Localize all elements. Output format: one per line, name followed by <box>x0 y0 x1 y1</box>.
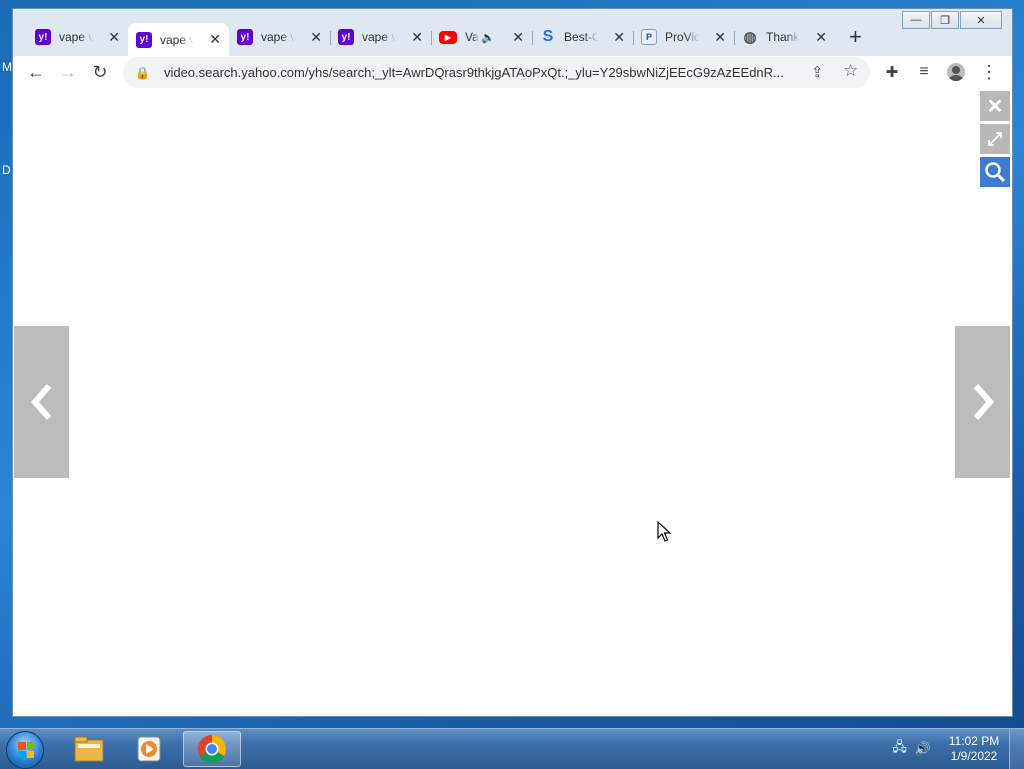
speaker-icon[interactable]: 🔈 <box>481 31 495 44</box>
media-player-icon <box>137 736 161 762</box>
share-icon[interactable]: ⇪ <box>811 63 824 81</box>
tab-4[interactable]: y! vape videos ✕ <box>330 23 431 51</box>
tab-6[interactable]: S Best-C ✕ <box>532 23 633 51</box>
extensions-icon[interactable]: ✚ <box>881 61 903 83</box>
tab-title: ProVid <box>665 30 699 44</box>
tab-title: vape videos <box>261 30 295 44</box>
chevron-right-icon <box>973 384 994 420</box>
tab-3[interactable]: y! vape videos ✕ <box>229 23 330 51</box>
tab-close-icon[interactable]: ✕ <box>310 29 322 46</box>
windows-icon <box>18 742 34 758</box>
avatar <box>947 63 965 81</box>
desktop-icon-label: M <box>2 60 12 74</box>
tab-8[interactable]: ◍ Thank ✕ <box>734 23 835 51</box>
folder-icon <box>74 736 104 762</box>
desktop-icon-label: D <box>2 163 11 177</box>
back-icon[interactable]: ← <box>25 61 47 83</box>
tab-title: vape videos <box>362 30 396 44</box>
yahoo-icon: y! <box>35 29 51 45</box>
start-button[interactable] <box>6 731 44 769</box>
chrome-icon <box>198 735 226 763</box>
browser-window: — ❐ ✕ y! vape videos ✕ y! vape videos ✕ … <box>12 8 1013 717</box>
browser-toolbar: ← → ↻ 🔒 video.search.yahoo.com/yhs/searc… <box>13 56 1012 89</box>
media-player-button[interactable] <box>120 731 178 767</box>
star-icon[interactable]: ☆ <box>843 61 858 81</box>
clock-date: 1/9/2022 <box>950 749 998 763</box>
tab-close-icon[interactable]: ✕ <box>613 29 625 46</box>
tab-title: Thank <box>766 30 800 44</box>
network-icon[interactable]: 🖧 <box>892 738 907 760</box>
tab-close-icon[interactable]: ✕ <box>108 29 120 46</box>
globe-icon: ◍ <box>743 29 757 46</box>
show-desktop-button[interactable] <box>1009 729 1024 769</box>
tab-close-icon[interactable]: ✕ <box>209 31 221 48</box>
provid-icon: P <box>641 29 657 45</box>
tab-5[interactable]: ▶ Va 🔈 ✕ <box>431 23 532 51</box>
minimize-button[interactable]: — <box>902 11 930 29</box>
menu-icon[interactable]: ⋮ <box>978 61 1000 83</box>
expand-icon[interactable]: ⤢ <box>980 124 1010 154</box>
tab-1[interactable]: y! vape videos ✕ <box>27 23 128 51</box>
profile-icon[interactable] <box>945 61 967 83</box>
system-tray: 🖧 🔊 11:02 PM 1/9/2022 <box>892 729 1024 769</box>
tab-close-icon[interactable]: ✕ <box>815 29 827 46</box>
new-tab-button[interactable]: + <box>849 23 862 57</box>
tab-close-icon[interactable]: ✕ <box>512 29 524 46</box>
reload-icon[interactable]: ↻ <box>89 61 111 83</box>
volume-icon[interactable]: 🔊 <box>915 741 931 757</box>
media-control-icon[interactable]: ≡ <box>913 61 935 83</box>
yahoo-icon: y! <box>338 29 354 45</box>
clock[interactable]: 11:02 PM 1/9/2022 <box>939 734 1009 764</box>
viewer-close-icon[interactable]: ✕ <box>980 91 1010 121</box>
yahoo-icon: y! <box>237 29 253 45</box>
url-text[interactable]: video.search.yahoo.com/yhs/search;_ylt=A… <box>164 65 804 80</box>
restore-button[interactable]: ❐ <box>931 11 959 29</box>
clock-time: 11:02 PM <box>948 734 1000 748</box>
page-content: ✕ ⤢ <box>13 89 1012 716</box>
window-close-button[interactable]: ✕ <box>960 11 1002 29</box>
best-site-icon: S <box>542 28 554 45</box>
tab-strip: y! vape videos ✕ y! vape videos ✕ y! vap… <box>27 23 862 57</box>
youtube-icon: ▶ <box>439 30 457 44</box>
address-bar[interactable]: 🔒 video.search.yahoo.com/yhs/search;_ylt… <box>123 57 870 88</box>
lock-icon[interactable]: 🔒 <box>135 66 150 80</box>
tab-title: Best-C <box>564 30 598 44</box>
tab-close-icon[interactable]: ✕ <box>411 29 423 46</box>
tab-title: vape videos <box>59 30 93 44</box>
tab-7[interactable]: P ProVid ✕ <box>633 23 734 51</box>
chrome-button[interactable] <box>183 731 241 767</box>
next-arrow-button[interactable] <box>955 326 1010 478</box>
yahoo-icon: y! <box>136 31 152 48</box>
window-controls: — ❐ ✕ <box>901 11 1002 29</box>
tab-close-icon[interactable]: ✕ <box>714 29 726 46</box>
file-explorer-button[interactable] <box>60 731 118 767</box>
tab-title: Va <box>465 30 479 44</box>
tab-2-active[interactable]: y! vape videos ✕ <box>128 23 229 56</box>
previous-arrow-button[interactable] <box>14 326 69 478</box>
tab-title: vape videos <box>160 32 194 47</box>
search-icon[interactable] <box>980 157 1010 187</box>
mouse-cursor-icon <box>657 521 672 542</box>
chevron-left-icon <box>30 384 51 420</box>
taskbar: 🖧 🔊 11:02 PM 1/9/2022 <box>0 728 1024 769</box>
forward-icon[interactable]: → <box>57 61 79 83</box>
